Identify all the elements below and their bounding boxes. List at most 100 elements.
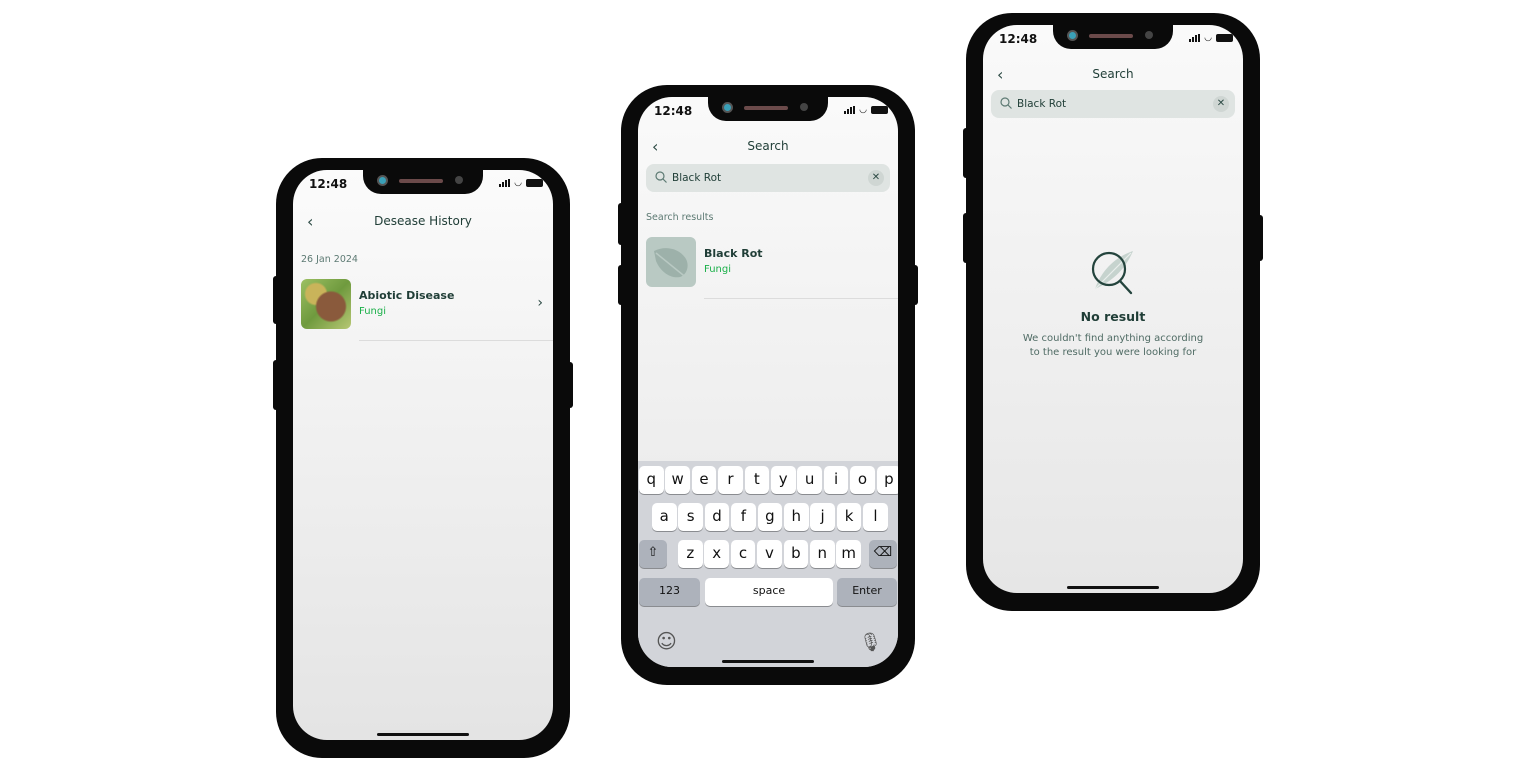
empty-description-line-2: to the result you were looking for — [1029, 347, 1197, 358]
key-u[interactable]: u — [797, 466, 822, 494]
key-t[interactable]: t — [744, 466, 770, 494]
keyboard-row-2: asdfghjkl — [638, 503, 898, 531]
empty-description: We couldn't find anything according to t… — [983, 332, 1243, 360]
volume-down-button — [273, 360, 279, 410]
item-name: Abiotic Disease — [359, 289, 455, 302]
home-indicator — [377, 733, 469, 736]
date-header: 26 Jan 2024 — [301, 254, 358, 265]
key-h[interactable]: h — [784, 503, 809, 531]
keyboard-row-4: 123 space Enter — [638, 578, 898, 606]
power-button — [1257, 215, 1263, 261]
divider — [359, 340, 553, 341]
key-p[interactable]: p — [876, 466, 898, 494]
nav-bar: ‹ Desease History — [293, 212, 553, 232]
leaf-placeholder-icon — [646, 237, 696, 287]
nav-bar: ‹ Search — [638, 137, 898, 157]
key-v[interactable]: v — [757, 540, 782, 568]
battery-icon — [871, 106, 888, 114]
history-item[interactable]: Abiotic Disease Fungi › — [301, 279, 553, 341]
search-result-item[interactable]: Black Rot Fungi — [646, 237, 898, 299]
search-input[interactable] — [672, 168, 842, 188]
numbers-key[interactable]: 123 — [639, 578, 700, 606]
home-indicator — [1067, 586, 1159, 589]
divider — [704, 298, 898, 299]
key-g[interactable]: g — [757, 503, 783, 531]
shift-key[interactable]: ⇧ — [639, 540, 667, 568]
clear-search-button[interactable]: ✕ — [868, 170, 884, 186]
status-time: 12:48 — [654, 104, 693, 118]
search-icon — [1000, 97, 1012, 109]
page-title: Desease History — [374, 214, 472, 228]
screen-history: 12:48 ◡ ‹ Desease History 26 Jan 2024 Ab… — [293, 170, 553, 740]
phone-history: 12:48 ◡ ‹ Desease History 26 Jan 2024 Ab… — [273, 158, 573, 758]
key-a[interactable]: a — [652, 503, 677, 531]
keyboard: qwertyuiop asdfghjkl ⇧ ⌫ zxcvbnm 123 spa… — [638, 461, 898, 667]
volume-up-button — [273, 276, 279, 324]
volume-up-button — [963, 128, 969, 178]
emoji-icon[interactable]: ☺ — [656, 629, 677, 653]
no-result-magnifier-leaf-icon — [1091, 251, 1133, 295]
search-bar: ✕ — [991, 90, 1235, 118]
search-input[interactable] — [1017, 94, 1187, 114]
page-title: Search — [747, 139, 789, 153]
screen-no-result: 12:48 ◡ ‹ Search ✕ No result — [983, 25, 1243, 593]
keyboard-row-1: qwertyuiop — [638, 466, 898, 494]
signal-icon — [499, 179, 511, 187]
home-indicator — [722, 660, 814, 663]
key-i[interactable]: i — [823, 466, 849, 494]
wifi-icon: ◡ — [1204, 33, 1212, 43]
notch — [363, 170, 483, 194]
power-button — [912, 265, 918, 305]
key-n[interactable]: n — [810, 540, 835, 568]
battery-icon — [1216, 34, 1233, 42]
phone-no-result: 12:48 ◡ ‹ Search ✕ No result — [963, 13, 1263, 611]
key-q[interactable]: q — [639, 466, 664, 494]
wifi-icon: ◡ — [859, 105, 867, 115]
empty-description-line-1: We couldn't find anything according — [1022, 333, 1204, 344]
item-category: Fungi — [359, 306, 387, 317]
page-title: Search — [1092, 67, 1134, 81]
volume-up-button — [618, 203, 624, 245]
notch — [1053, 25, 1173, 49]
key-j[interactable]: j — [810, 503, 835, 531]
key-w[interactable]: w — [665, 466, 690, 494]
wifi-icon: ◡ — [514, 178, 522, 188]
battery-icon — [526, 179, 543, 187]
key-r[interactable]: r — [718, 466, 743, 494]
screen-search-results: 12:48 ◡ ‹ Search ✕ Search results Black … — [638, 97, 898, 667]
key-e[interactable]: e — [691, 466, 717, 494]
key-x[interactable]: x — [704, 540, 729, 568]
clear-search-button[interactable]: ✕ — [1213, 96, 1229, 112]
keyboard-row-3: ⇧ ⌫ zxcvbnm — [638, 540, 898, 568]
key-m[interactable]: m — [836, 540, 861, 568]
nav-bar: ‹ Search — [983, 65, 1243, 85]
key-z[interactable]: z — [678, 540, 703, 568]
phone-search-results: 12:48 ◡ ‹ Search ✕ Search results Black … — [618, 85, 918, 685]
result-category: Fungi — [704, 264, 732, 275]
key-s[interactable]: s — [678, 503, 703, 531]
space-key[interactable]: space — [705, 578, 833, 606]
disease-photo — [301, 279, 351, 329]
key-f[interactable]: f — [731, 503, 756, 531]
enter-key[interactable]: Enter — [837, 578, 897, 606]
notch — [708, 97, 828, 121]
key-c[interactable]: c — [730, 540, 756, 568]
empty-state: No result We couldn't find anything acco… — [983, 245, 1243, 360]
empty-title: No result — [1080, 309, 1146, 324]
signal-icon — [1189, 34, 1201, 42]
power-button — [567, 362, 573, 408]
key-d[interactable]: d — [704, 503, 730, 531]
section-label: Search results — [646, 212, 714, 223]
volume-down-button — [963, 213, 969, 263]
search-bar: ✕ — [646, 164, 890, 192]
key-k[interactable]: k — [836, 503, 862, 531]
volume-down-button — [618, 265, 624, 305]
key-o[interactable]: o — [850, 466, 875, 494]
signal-icon — [844, 106, 856, 114]
key-b[interactable]: b — [783, 540, 809, 568]
result-name: Black Rot — [704, 247, 763, 260]
backspace-key[interactable]: ⌫ — [869, 540, 897, 568]
microphone-icon[interactable]: 🎙 — [859, 632, 882, 653]
key-l[interactable]: l — [863, 503, 888, 531]
key-y[interactable]: y — [771, 466, 796, 494]
